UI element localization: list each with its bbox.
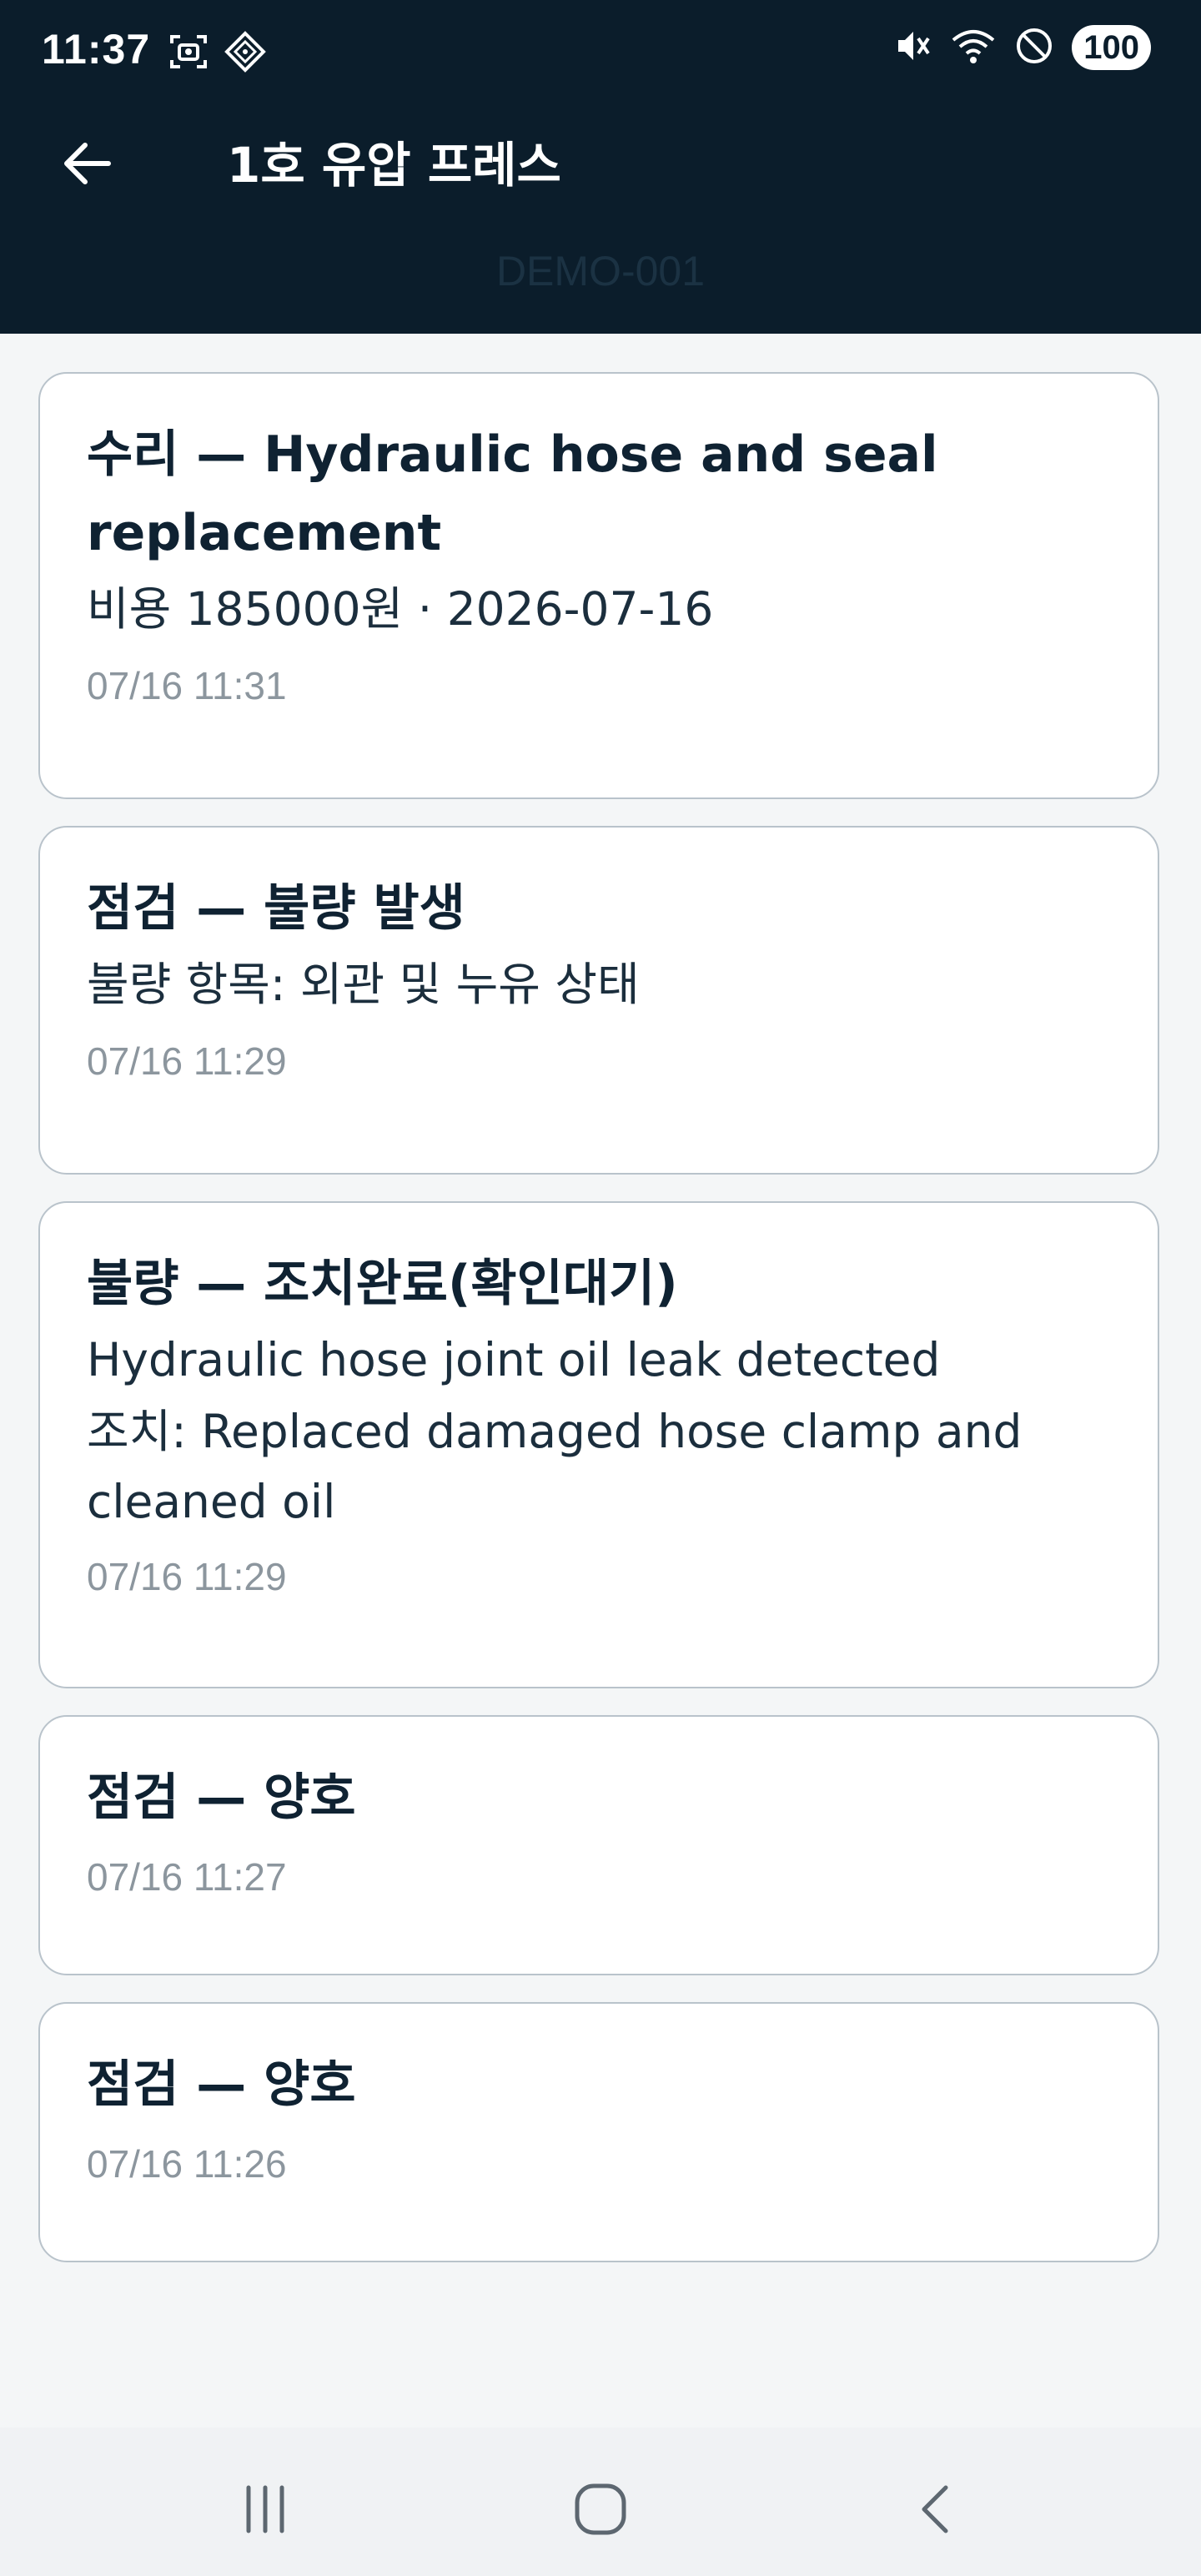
recent-apps-icon <box>239 2483 292 2539</box>
card-title: 점검 — 양호 <box>87 2055 356 2114</box>
status-bar: 11:37 100 <box>0 0 1201 103</box>
arrow-left-icon <box>60 137 113 194</box>
card-timestamp: 07/16 11:31 <box>87 664 287 707</box>
card-detail: Hydraulic hose joint oil leak detected <box>87 1333 941 1386</box>
status-left-icons <box>167 30 267 77</box>
home-button[interactable] <box>559 2469 642 2553</box>
do-not-disturb-icon <box>1015 27 1053 68</box>
app-bar: 11:37 100 1호 유압 프레스 DEMO-001 <box>0 0 1201 334</box>
app-notification-icon <box>224 30 267 77</box>
back-icon <box>909 2483 962 2539</box>
wifi-icon <box>950 27 997 68</box>
equipment-code: DEMO-001 <box>495 248 706 294</box>
page-title: 1호 유압 프레스 <box>227 137 561 194</box>
card-detail: 비용 185000원 · 2026-07-16 <box>87 582 714 636</box>
nav-back-button[interactable] <box>894 2469 977 2553</box>
card-action: 조치: Replaced damaged hose clamp and clea… <box>87 1405 1023 1528</box>
recent-apps-button[interactable] <box>224 2469 307 2553</box>
mute-icon <box>893 27 932 68</box>
home-icon <box>572 2481 629 2541</box>
card-timestamp: 07/16 11:27 <box>87 1855 287 1899</box>
system-navigation-bar <box>0 2428 1201 2576</box>
card-detail: 불량 항목: 외관 및 누유 상태 <box>87 958 640 1011</box>
history-card[interactable]: 불량 — 조치완료(확인대기) Hydraulic hose joint oil… <box>38 1201 1159 1688</box>
battery-indicator: 100 <box>1072 25 1151 70</box>
screenshot-icon <box>167 30 210 77</box>
history-card[interactable]: 점검 — 불량 발생 불량 항목: 외관 및 누유 상태 07/16 11:29 <box>38 826 1159 1175</box>
card-timestamp: 07/16 11:29 <box>87 1039 287 1083</box>
card-title: 불량 — 조치완료(확인대기) <box>87 1255 678 1313</box>
history-card[interactable]: 점검 — 양호 07/16 11:26 <box>38 2002 1159 2262</box>
back-button[interactable] <box>55 133 118 197</box>
status-time: 11:37 <box>42 26 151 73</box>
card-title: 점검 — 양호 <box>87 1768 356 1827</box>
card-timestamp: 07/16 11:29 <box>87 1555 287 1598</box>
card-title: 점검 — 불량 발생 <box>87 879 465 938</box>
status-right-icons: 100 <box>893 25 1151 70</box>
history-card[interactable]: 점검 — 양호 07/16 11:27 <box>38 1715 1159 1975</box>
card-title: 수리 — Hydraulic hose and seal replacement <box>87 425 938 562</box>
history-card[interactable]: 수리 — Hydraulic hose and seal replacement… <box>38 372 1159 799</box>
card-timestamp: 07/16 11:26 <box>87 2142 287 2186</box>
